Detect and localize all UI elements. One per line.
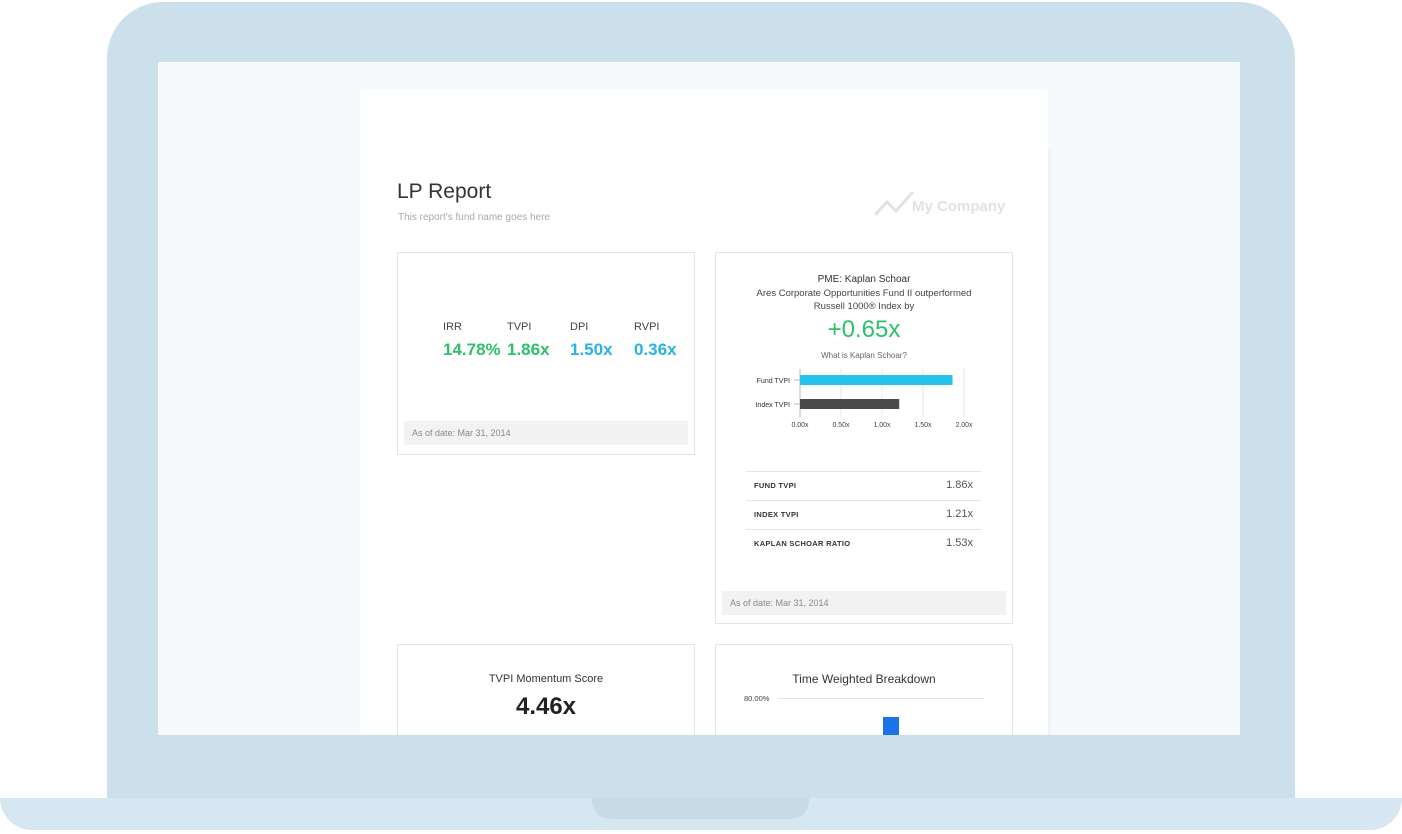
screen[interactable]: LP Report This report's fund name goes h… [158,62,1240,735]
metric-value: 1.50x [570,340,613,359]
as-of-date: As of date: Mar 31, 2014 [404,421,688,445]
table-row: FUND TVPI 1.86x [746,471,981,500]
row-value: 1.53x [946,537,973,549]
table-row: INDEX TVPI 1.21x [746,500,981,529]
bar [800,399,900,409]
row-label: FUND TVPI [754,481,797,490]
pme-value: +0.65x [827,316,901,343]
category-label: Fund TVPI [757,378,790,385]
pme-description-line2: Russell 1000® Index by [813,301,915,312]
breakdown-bar [883,717,899,735]
pme-title: PME: Kaplan Schoar [817,274,911,285]
row-value: 1.21x [946,508,973,520]
time-weighted-card: Time Weighted Breakdown 80.00% [715,644,1013,735]
metric-irr: IRR 14.78% [443,321,501,360]
x-tick-label: 0.50x [832,422,850,429]
metric-tvpi: TVPI 1.86x [507,321,550,360]
bar [800,375,953,385]
pme-card: PME: Kaplan Schoar Ares Corporate Opport… [715,252,1013,624]
metric-value: 0.36x [634,340,677,359]
pme-bar-chart: 0.00x 0.50x 1.00x 1.50x 2.00x Fund TVPI Index … [755,369,973,429]
metric-value: 14.78% [443,340,501,359]
metric-label: RVPI [634,321,660,333]
metric-label: IRR [443,321,462,333]
momentum-value: 4.46x [515,693,577,720]
axis-tick-label: 80.00% [744,694,770,703]
trend-line-icon [874,191,914,216]
metric-dpi: DPI 1.50x [570,321,613,360]
metric-value: 1.86x [507,340,550,359]
report-title: LP Report [397,180,492,203]
pme-description-line1: Ares Corporate Opportunities Fund II out… [756,288,972,299]
row-value: 1.86x [946,479,973,491]
page-edge [1048,149,1051,735]
momentum-title: TVPI Momentum Score [488,673,604,685]
metric-rvpi: RVPI 0.36x [634,321,677,360]
report-subtitle: This report's fund name goes here [398,212,550,223]
metric-label: DPI [570,321,589,333]
x-tick-label: 1.00x [873,422,891,429]
pme-table: FUND TVPI 1.86x INDEX TVPI 1.21x KAPLAN … [746,471,981,558]
table-row: KAPLAN SCHOAR RATIO 1.53x [746,529,981,558]
x-tick-label: 2.00x [955,422,973,429]
category-label: Index TVPI [755,402,790,409]
report-page: LP Report This report's fund name goes h… [360,89,1048,735]
company-logo: My Company [874,189,1014,219]
performance-card: IRR 14.78% TVPI 1.86x DPI 1.50x RVPI 0.3… [397,252,695,455]
as-of-date: As of date: Mar 31, 2014 [722,591,1006,615]
pme-help-link[interactable]: What is Kaplan Schoar? [716,351,1012,360]
time-weighted-title: Time Weighted Breakdown [792,672,936,686]
row-label: INDEX TVPI [754,510,799,519]
x-tick-label: 0.00x [791,422,809,429]
laptop-notch [592,798,809,819]
x-tick-label: 1.50x [914,422,932,429]
company-logo-text: My Company [912,198,1006,215]
metric-label: TVPI [507,321,532,333]
momentum-card: TVPI Momentum Score 4.46x [397,644,695,735]
gridline [778,698,984,699]
row-label: KAPLAN SCHOAR RATIO [754,539,851,548]
